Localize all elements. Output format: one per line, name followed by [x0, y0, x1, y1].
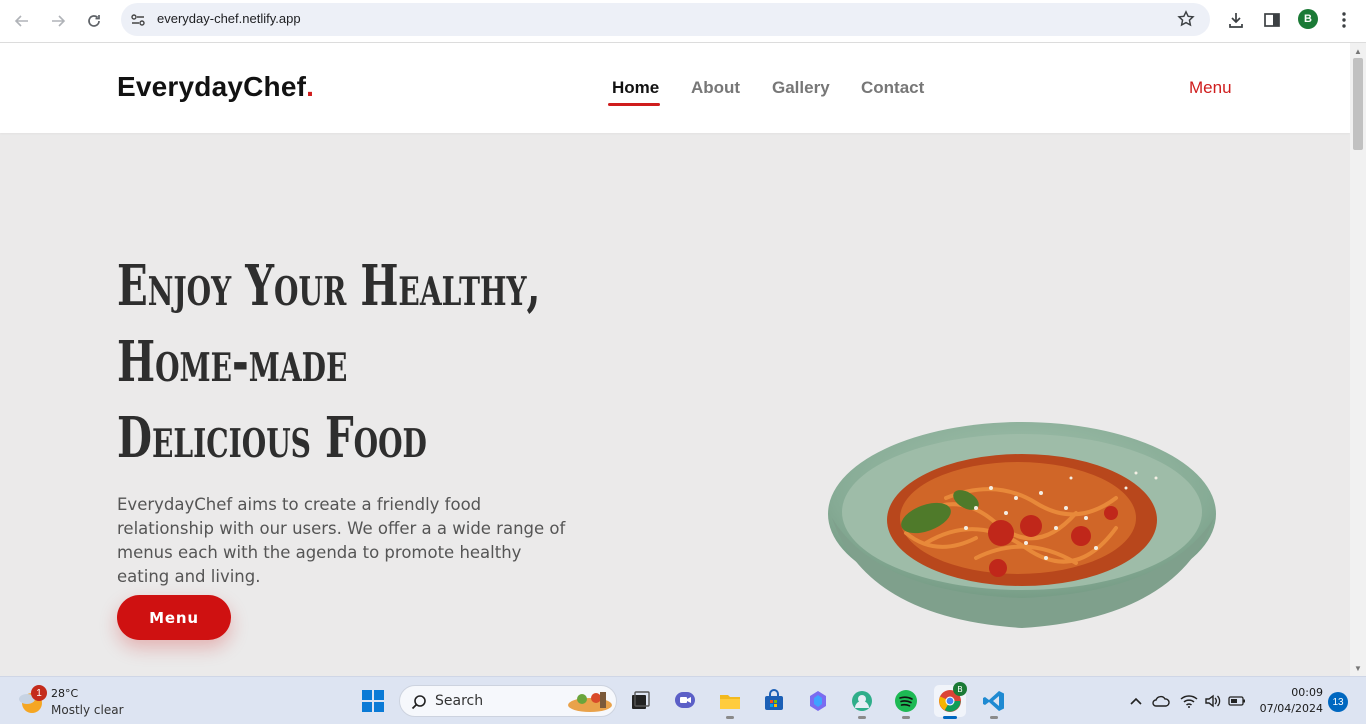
weather-condition-text: Mostly clear — [51, 703, 124, 717]
teams-app[interactable] — [669, 685, 701, 717]
weather-alert-badge: 1 — [31, 685, 47, 701]
weather-widget[interactable]: 1 28°C Mostly clear — [18, 685, 128, 719]
nav-contact[interactable]: Contact — [861, 78, 924, 98]
nav-home[interactable]: Home — [612, 78, 659, 98]
nav-about[interactable]: About — [691, 78, 740, 98]
chrome-profile-badge: B — [953, 682, 967, 696]
teams-chat-icon — [675, 692, 695, 708]
vscode-icon — [983, 691, 1004, 711]
taskbar-search[interactable]: Search — [399, 685, 617, 717]
hero-description: EverydayChef aims to create a friendly f… — [117, 495, 566, 586]
scrollbar-thumb[interactable] — [1353, 58, 1363, 150]
running-indicator — [902, 716, 910, 719]
arrow-right-icon — [52, 15, 66, 27]
arrow-left-icon — [14, 15, 28, 27]
running-indicator — [990, 716, 998, 719]
copilot-icon — [810, 691, 826, 711]
browser-toolbar: everyday-chef.netlify.app B — [0, 0, 1366, 43]
hero-title-line: Home-made — [117, 329, 348, 395]
store-bag-icon — [765, 689, 783, 710]
task-view-icon — [632, 691, 650, 709]
web-page: EverydayChef. Home About Gallery Contact… — [0, 43, 1350, 676]
back-button[interactable] — [9, 8, 35, 34]
pasta-bowl-image — [828, 422, 1216, 628]
search-highlight-icon — [568, 692, 612, 712]
profile-avatar[interactable]: B — [1298, 9, 1318, 29]
search-icon — [411, 695, 426, 710]
menu-cta-button[interactable]: Menu — [117, 595, 231, 640]
chrome-app[interactable]: B — [934, 682, 967, 719]
wifi-icon[interactable] — [1179, 691, 1199, 711]
folder-icon — [720, 695, 740, 709]
system-clock[interactable]: 00:09 07/04/2024 — [1253, 685, 1323, 717]
task-view-button[interactable] — [624, 685, 656, 717]
active-nav-underline — [608, 103, 660, 106]
bookmark-star-icon[interactable] — [1176, 9, 1196, 29]
windows-logo-icon — [362, 690, 384, 712]
running-indicator — [726, 716, 734, 719]
scroll-up-icon[interactable]: ▲ — [1353, 46, 1363, 56]
forward-button[interactable] — [45, 8, 71, 34]
reload-icon — [88, 15, 100, 27]
start-button[interactable] — [357, 685, 389, 717]
copilot-app[interactable] — [802, 685, 834, 717]
more-menu-icon[interactable] — [1332, 8, 1356, 32]
active-indicator — [943, 716, 957, 719]
onedrive-cloud-icon[interactable] — [1151, 691, 1171, 711]
menu-link[interactable]: Menu — [1189, 78, 1232, 98]
spotify-app[interactable] — [890, 685, 922, 719]
search-label: Search — [435, 693, 484, 709]
vscode-app[interactable] — [978, 685, 1010, 719]
taskbar: 1 28°C Mostly clear Search B 00:09 07/04… — [0, 676, 1366, 724]
running-indicator — [858, 716, 866, 719]
site-header: EverydayChef. Home About Gallery Contact… — [0, 43, 1350, 133]
edge-app[interactable] — [846, 685, 878, 719]
address-bar[interactable]: everyday-chef.netlify.app — [121, 3, 1210, 36]
site-info-icon[interactable] — [129, 11, 147, 29]
notification-badge[interactable]: 13 — [1328, 692, 1348, 712]
scroll-down-icon[interactable]: ▼ — [1353, 663, 1363, 673]
spotify-icon — [895, 690, 917, 712]
browser-profile-icon — [852, 691, 872, 711]
temperature-text: 28°C — [51, 687, 79, 700]
download-icon[interactable] — [1224, 8, 1248, 32]
hero-title-line: Delicious Food — [117, 405, 427, 471]
store-app[interactable] — [758, 685, 790, 717]
volume-icon[interactable] — [1203, 691, 1223, 711]
hero-title: Enjoy Your Healthy, Home-made Delicious … — [117, 248, 541, 476]
hero-title-line: Enjoy Your Healthy, — [117, 253, 541, 319]
battery-icon[interactable] — [1227, 691, 1247, 711]
reload-button[interactable] — [81, 8, 107, 34]
side-panel-icon[interactable] — [1260, 8, 1284, 32]
brand-name: EverydayChef — [117, 71, 307, 102]
show-hidden-icons-chevron-up-icon[interactable] — [1126, 691, 1146, 711]
nav-gallery[interactable]: Gallery — [772, 78, 830, 98]
brand-logo[interactable]: EverydayChef. — [117, 71, 314, 103]
url-text[interactable]: everyday-chef.netlify.app — [157, 11, 301, 26]
brand-dot: . — [306, 71, 315, 102]
file-explorer-app[interactable] — [714, 685, 746, 719]
page-scrollbar[interactable]: ▲ ▼ — [1350, 43, 1366, 676]
clock-time: 00:09 — [1291, 686, 1323, 699]
clock-date: 07/04/2024 — [1259, 702, 1323, 715]
